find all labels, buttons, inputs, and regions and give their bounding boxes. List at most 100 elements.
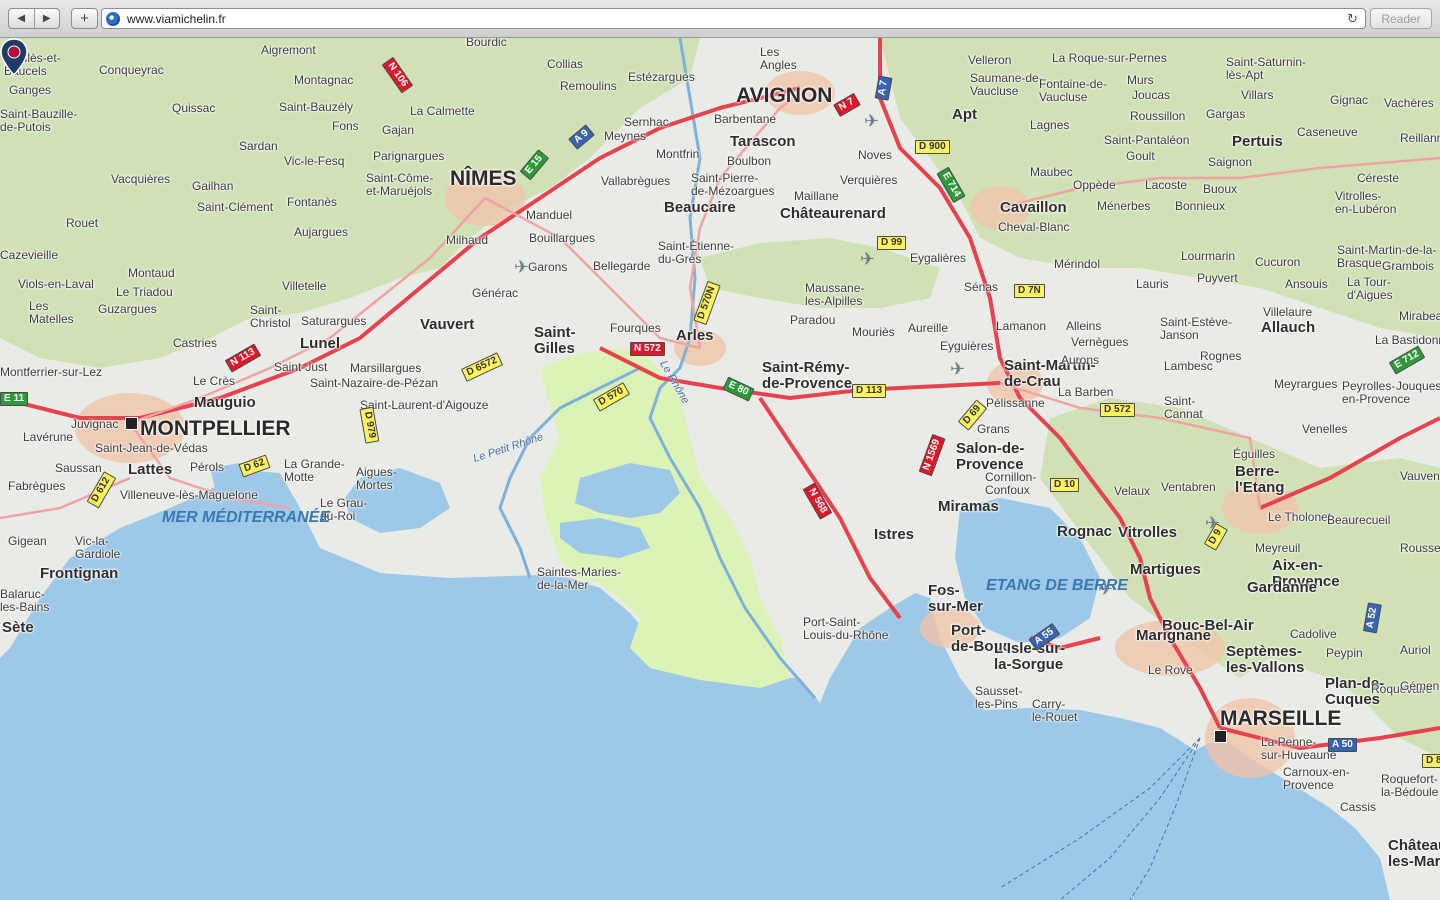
airport-icon[interactable]: ✈ [1098, 580, 1113, 598]
town-label[interactable]: Saintes-Maries- de-la-Mer [537, 566, 621, 592]
city-label[interactable]: Châteauneuf- les-Martigues [1388, 838, 1440, 870]
city-label[interactable]: Martigues [1130, 562, 1201, 578]
town-label[interactable]: Les Angles [760, 46, 797, 72]
town-label[interactable]: Les Matelles [29, 300, 74, 326]
town-label[interactable]: La Barben [1058, 386, 1113, 399]
town-label[interactable]: Le Rove [1148, 664, 1193, 677]
town-label[interactable]: Balaruc- les-Bains [0, 588, 49, 614]
town-label[interactable]: Jouques [1396, 380, 1440, 393]
city-label[interactable]: Tarascon [730, 134, 796, 150]
town-label[interactable]: Marsillargues [350, 362, 421, 375]
town-label[interactable]: Goult [1126, 150, 1155, 163]
town-label[interactable]: Rouet [66, 217, 98, 230]
town-label[interactable]: Saturargues [301, 315, 366, 328]
town-label[interactable]: Fontaine-de- Vaucluse [1039, 78, 1107, 104]
town-label[interactable]: Céreste [1357, 172, 1399, 185]
town-label[interactable]: Le Crès [193, 375, 235, 388]
town-label[interactable]: Collias [547, 58, 583, 71]
town-label[interactable]: Gajan [382, 124, 414, 137]
town-label[interactable]: Velaux [1114, 485, 1150, 498]
town-label[interactable]: Pérols [190, 461, 224, 474]
town-label[interactable]: Cadolive [1290, 628, 1337, 641]
town-label[interactable]: Vitrolles- en-Lubéron [1335, 190, 1396, 216]
town-label[interactable]: Paradou [790, 314, 835, 327]
city-label[interactable]: Saint-Rémy- de-Provence [762, 360, 852, 392]
town-label[interactable]: Beaurecueil [1327, 514, 1390, 527]
town-label[interactable]: Aureille [908, 322, 948, 335]
city-label[interactable]: Allauch [1261, 320, 1315, 336]
city-label[interactable]: Rognac [1057, 524, 1112, 540]
town-label[interactable]: Saint-Côme- et-Maruéjols [366, 172, 433, 198]
town-label[interactable]: Saint-Bauzély [279, 101, 353, 114]
town-label[interactable]: La Bastidonne [1375, 334, 1440, 347]
town-label[interactable]: Saint-Laurent-d'Aigouze [360, 399, 488, 412]
town-label[interactable]: Grambois [1382, 260, 1434, 273]
town-label[interactable]: Ansouis [1285, 278, 1328, 291]
town-label[interactable]: Sénas [964, 281, 998, 294]
airport-icon[interactable]: ✈ [860, 250, 875, 268]
town-label[interactable]: Générac [472, 287, 518, 300]
city-label[interactable]: Miramas [938, 499, 999, 515]
town-label[interactable]: Montfrin [656, 148, 699, 161]
town-label[interactable]: Lacoste [1145, 179, 1187, 192]
town-label[interactable]: Parignargues [373, 150, 444, 163]
town-label[interactable]: Fabrègues [8, 480, 65, 493]
town-label[interactable]: Meyrargues [1274, 378, 1337, 391]
town-label[interactable]: Lavérune [23, 431, 73, 444]
town-label[interactable]: Reillanne [1400, 132, 1440, 145]
town-label[interactable]: Saint-Estève- Janson [1160, 316, 1232, 342]
town-label[interactable]: Meynes [604, 130, 646, 143]
town-label[interactable]: Rognes [1200, 350, 1241, 363]
town-label[interactable]: La Penne- sur-Huveaune [1261, 736, 1336, 762]
town-label[interactable]: Sernhac [624, 116, 669, 129]
city-label[interactable]: Frontignan [40, 566, 118, 582]
city-label[interactable]: Sète [2, 620, 34, 636]
town-label[interactable]: Verquières [840, 174, 897, 187]
town-label[interactable]: Ganges [9, 84, 51, 97]
city-label[interactable]: Châteaurenard [780, 206, 886, 222]
town-label[interactable]: Saint-Clément [197, 201, 273, 214]
town-label[interactable]: Maillane [794, 190, 839, 203]
airport-icon[interactable]: ✈ [864, 112, 879, 130]
airport-icon[interactable]: ✈ [950, 360, 965, 378]
town-label[interactable]: Gignac [1330, 94, 1368, 107]
town-label[interactable]: Saint-Nazaire-de-Pézan [310, 377, 438, 390]
town-label[interactable]: Maussane- les-Alpilles [805, 282, 864, 308]
town-label[interactable]: La Roque-sur-Pernes [1052, 52, 1167, 65]
town-label[interactable]: Carry- le-Rouet [1032, 698, 1077, 724]
town-label[interactable]: Guzargues [98, 303, 157, 316]
city-label[interactable]: Fos- sur-Mer [928, 583, 983, 615]
town-label[interactable]: Vallabrègues [601, 175, 670, 188]
town-label[interactable]: Port-Saint- Louis-du-Rhône [803, 616, 888, 642]
city-label[interactable]: Lattes [128, 462, 172, 478]
town-label[interactable]: Cassis [1340, 801, 1376, 814]
forward-button[interactable]: ▶ [33, 9, 60, 28]
town-label[interactable]: Juvignac [71, 418, 118, 431]
town-label[interactable]: Aigremont [261, 44, 316, 57]
town-label[interactable]: Roussillon [1130, 110, 1185, 123]
city-label[interactable]: Cavaillon [1000, 200, 1067, 216]
town-label[interactable]: Ménerbes [1097, 200, 1150, 213]
town-label[interactable]: Cazevieille [0, 249, 58, 262]
town-label[interactable]: Estézargues [628, 71, 695, 84]
city-label[interactable]: Vitrolles [1118, 525, 1177, 541]
town-label[interactable]: Saint- Christol [250, 304, 291, 330]
city-label[interactable]: Berre- l'Etang [1235, 464, 1284, 496]
town-label[interactable]: Caseneuve [1297, 126, 1358, 139]
town-label[interactable]: Lourmarin [1181, 250, 1235, 263]
town-label[interactable]: Sardan [239, 140, 278, 153]
city-label[interactable]: Septèmes- les-Vallons [1226, 644, 1304, 676]
town-label[interactable]: Vacquières [111, 173, 170, 186]
town-label[interactable]: Venelles [1302, 423, 1347, 436]
city-label[interactable]: Apt [952, 107, 977, 123]
city-label[interactable]: Lunel [300, 336, 340, 352]
town-label[interactable]: Saint-Saturnin- lès-Apt [1226, 56, 1306, 82]
town-label[interactable]: Saignon [1208, 156, 1252, 169]
city-label[interactable]: Arles [676, 328, 714, 344]
city-label-nimes[interactable]: NÎMES [450, 168, 517, 190]
city-label[interactable]: Salon-de- Provence [956, 441, 1024, 473]
reader-button[interactable]: Reader [1370, 8, 1432, 29]
town-label[interactable]: Manduel [526, 209, 572, 222]
back-button[interactable]: ◀ [9, 9, 34, 28]
town-label[interactable]: Garons [528, 261, 567, 274]
